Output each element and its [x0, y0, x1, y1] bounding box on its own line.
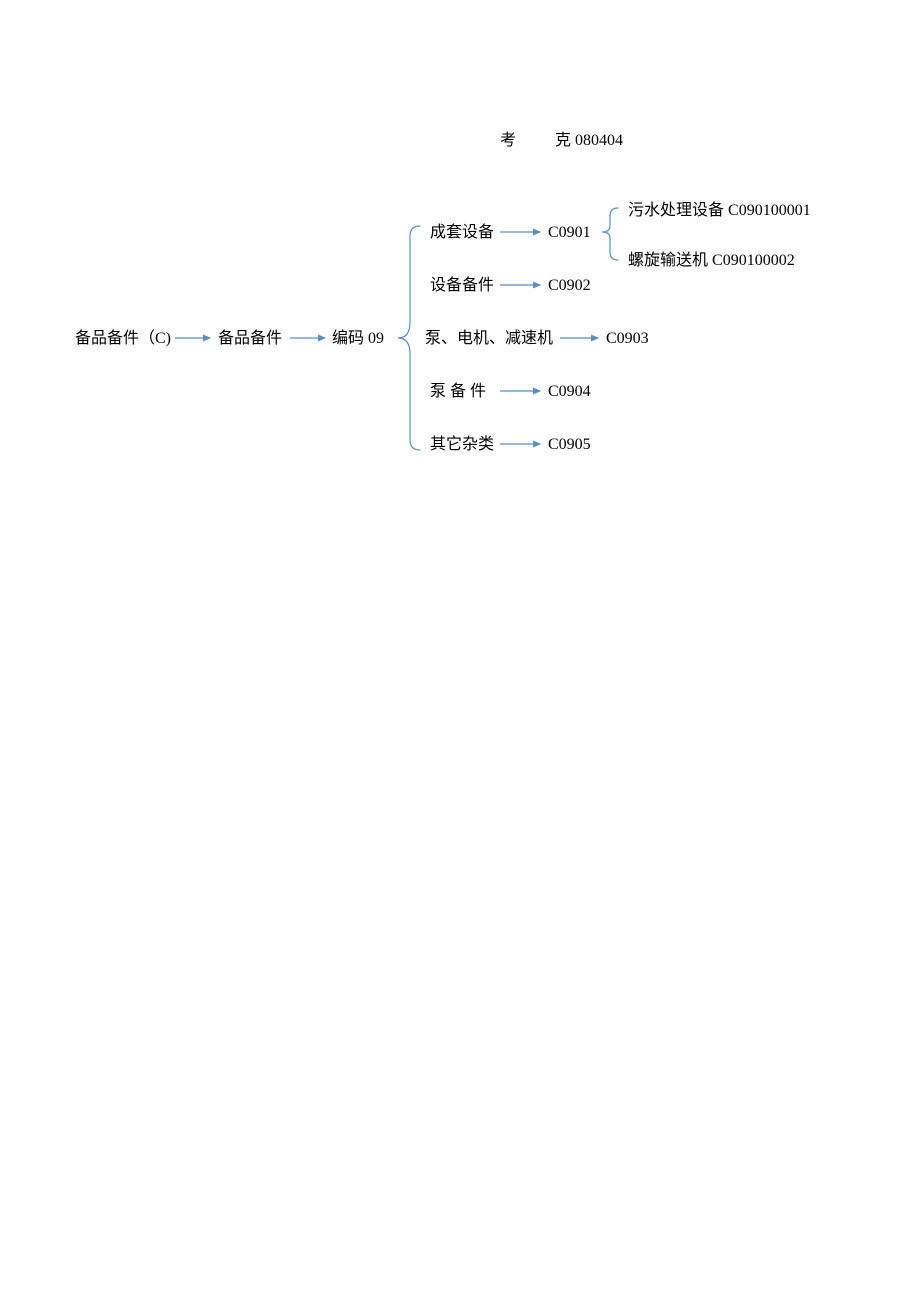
leaf-screw: 螺旋输送机 C090100002	[628, 250, 795, 272]
branch-equip-parts-label: 设备备件	[430, 275, 494, 297]
branch-other-misc-code: C0905	[548, 434, 591, 456]
branch-complete-set-label: 成套设备	[430, 222, 494, 244]
branch-pump-parts-code: C0904	[548, 381, 591, 403]
connector-overlay	[0, 0, 920, 1302]
branch-pump-motor-label: 泵、电机、减速机	[425, 328, 553, 350]
diagram-canvas: 考 克 080404 备品备件（C) 备品备件 编码 09 成套设备 C0901…	[0, 0, 920, 1302]
branch-complete-set-code: C0901	[548, 222, 591, 244]
leaf-screw-code: C090100002	[712, 252, 795, 269]
leaf-sewage-code: C090100001	[728, 202, 811, 219]
leaf-sewage: 污水处理设备 C090100001	[628, 200, 811, 222]
header-ke-code: 克 080404	[555, 130, 623, 152]
branch-pump-parts-label: 泵 备 件	[430, 381, 486, 403]
node-code09: 编码 09	[332, 328, 384, 350]
node-spare-parts: 备品备件	[218, 328, 282, 350]
leaf-screw-label: 螺旋输送机	[628, 252, 708, 269]
leaf-sewage-label: 污水处理设备	[628, 202, 724, 219]
branch-equip-parts-code: C0902	[548, 275, 591, 297]
header-kao: 考	[500, 130, 516, 152]
branch-pump-motor-code: C0903	[606, 328, 649, 350]
branch-other-misc-label: 其它杂类	[430, 434, 494, 456]
node-spare-parts-c: 备品备件（C)	[75, 328, 171, 350]
